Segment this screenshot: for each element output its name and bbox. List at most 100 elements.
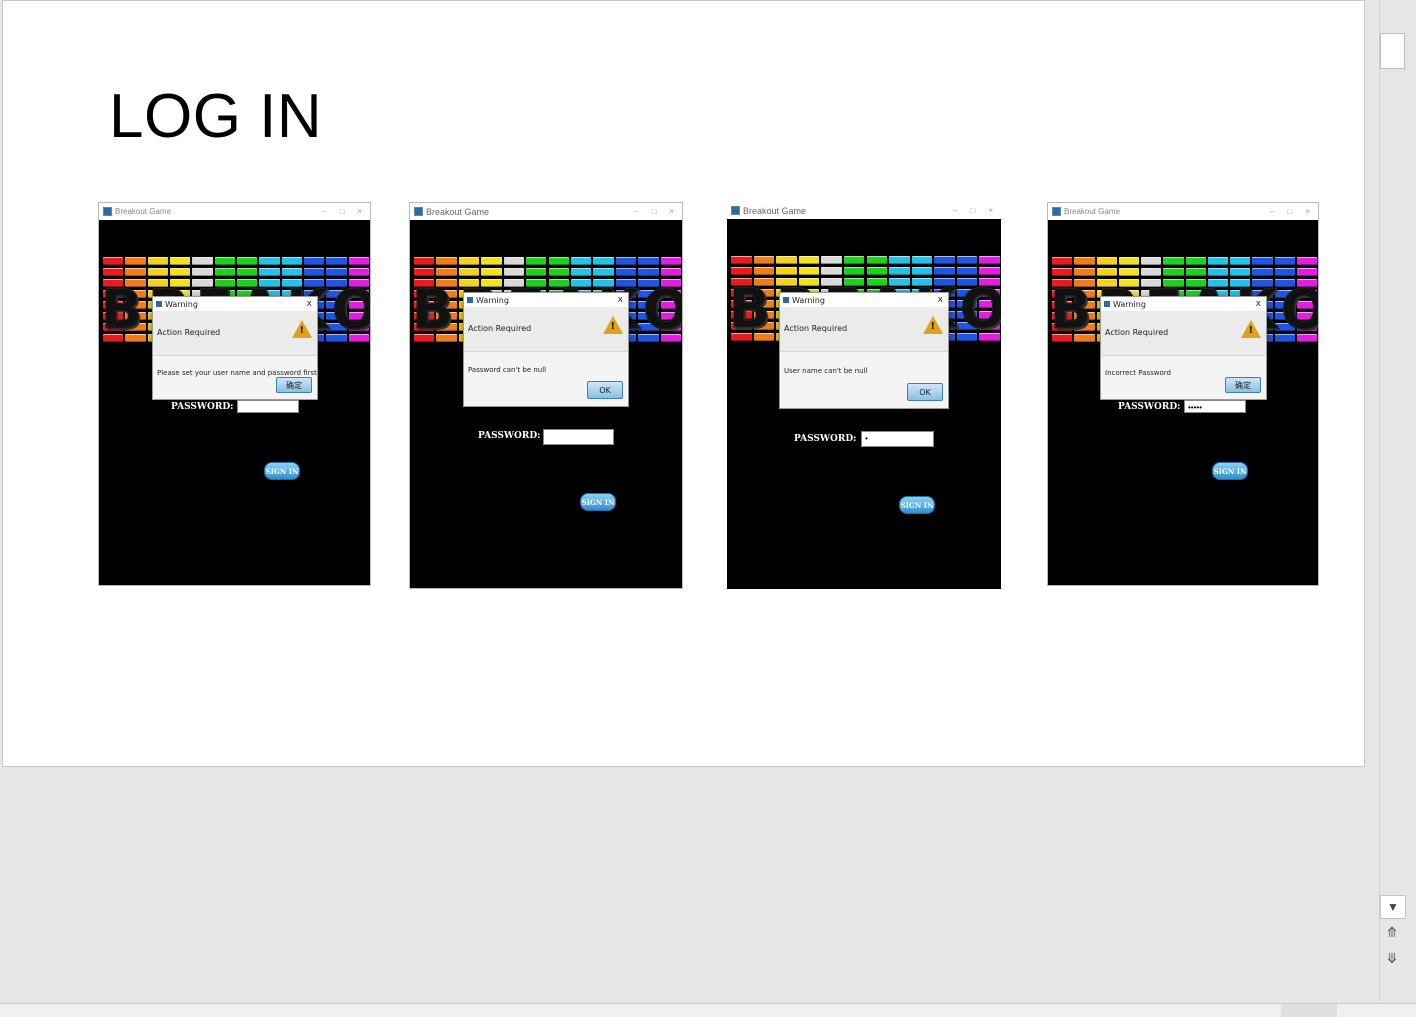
brick [660, 257, 681, 265]
brick [147, 257, 168, 265]
brick [889, 267, 910, 275]
brick [237, 257, 258, 265]
password-label: PASSWORD: [794, 434, 857, 444]
brick [593, 257, 614, 265]
dialog-message: User name can't be null [784, 367, 868, 375]
password-label: PASSWORD: [478, 431, 541, 441]
brick [281, 257, 302, 265]
password-field[interactable]: • [861, 431, 934, 447]
scrollbar-thumb[interactable] [1380, 33, 1405, 69]
maximize-icon[interactable]: □ [339, 207, 344, 216]
brick [304, 268, 325, 276]
minimize-icon[interactable]: – [953, 206, 957, 215]
dialog-header: Action Required ! [153, 311, 317, 356]
password-label: PASSWORD: [1118, 402, 1181, 412]
brick [526, 257, 547, 265]
normal-view-button[interactable] [1281, 1004, 1337, 1017]
brick [753, 267, 775, 275]
screenshot-4: Breakout Game –□× BREAKOUT Warningx Acti… [1047, 202, 1319, 586]
brick [526, 268, 547, 276]
warning-dialog: Warning x Action Required ! Password can'… [463, 292, 629, 407]
dialog-ok-button[interactable]: OK [587, 381, 623, 399]
dialog-header-text: Action Required [468, 324, 532, 333]
sign-in-button[interactable]: SIGN IN [1212, 462, 1248, 480]
app-icon [1052, 207, 1061, 216]
prev-page-icon[interactable]: ⤊ [1380, 925, 1404, 939]
maximize-icon[interactable]: □ [1287, 207, 1292, 216]
brick [192, 257, 213, 265]
brick [1141, 257, 1162, 265]
window-title: Breakout Game [743, 205, 807, 216]
brick [1141, 268, 1162, 276]
close-icon[interactable]: × [357, 207, 362, 216]
status-bar [0, 1003, 1416, 1017]
minimize-icon[interactable]: – [634, 207, 638, 216]
dialog-close-icon[interactable]: x [307, 299, 312, 309]
brick [1274, 257, 1295, 265]
brick [103, 257, 124, 265]
dialog-close-icon[interactable]: x [1256, 299, 1261, 309]
minimize-icon[interactable]: – [322, 207, 326, 216]
brick [192, 268, 213, 276]
password-field[interactable]: ••••• [1184, 400, 1246, 413]
brick [1252, 268, 1273, 276]
brick [170, 257, 191, 265]
dialog-message: Incorrect Password [1105, 369, 1171, 377]
brick [638, 257, 659, 265]
brick [1052, 268, 1073, 276]
sign-in-button[interactable]: SIGN IN [580, 493, 616, 511]
brick [615, 257, 637, 265]
dialog-ok-button[interactable]: 确定 [276, 377, 312, 393]
minimize-icon[interactable]: – [1270, 207, 1274, 216]
brick [798, 267, 820, 275]
brick [1207, 268, 1228, 276]
maximize-icon[interactable]: □ [970, 206, 975, 215]
window-title: Breakout Game [426, 206, 490, 217]
dialog-close-icon[interactable]: x [938, 295, 943, 305]
brick [979, 256, 1000, 264]
brick [956, 256, 978, 264]
password-label: PASSWORD: [171, 402, 234, 412]
dialog-ok-button[interactable]: 确定 [1225, 377, 1261, 393]
window-titlebar: Breakout Game – □ × [1048, 203, 1318, 220]
brick [638, 268, 659, 276]
brick [458, 268, 480, 276]
brick [889, 256, 910, 264]
screenshot-1: Breakout Game –□× BREAKOUT Warningx Acti… [98, 202, 371, 586]
password-field[interactable] [237, 400, 299, 413]
slide-sorter-view-button[interactable] [1341, 1004, 1397, 1017]
dialog-close-icon[interactable]: x [618, 295, 623, 305]
dialog-message: Password can't be null [468, 366, 547, 374]
next-page-icon[interactable]: ⤋ [1380, 951, 1404, 965]
brick [1252, 257, 1273, 265]
scroll-down-arrow-icon[interactable]: ▼ [1380, 895, 1406, 919]
app-icon [414, 207, 423, 216]
brick [237, 268, 258, 276]
brick [866, 267, 888, 275]
warning-dialog: Warning x Action Required ! Please set yo… [152, 296, 318, 400]
close-icon[interactable]: × [669, 207, 674, 216]
maximize-icon[interactable]: □ [651, 207, 656, 216]
brick [436, 257, 457, 265]
app-icon [103, 207, 112, 216]
brick [259, 257, 280, 265]
close-icon[interactable]: × [988, 206, 993, 215]
sign-in-button[interactable]: SIGN IN [264, 462, 300, 480]
dialog-title: Warning [476, 295, 509, 305]
sign-in-button[interactable]: SIGN IN [899, 496, 935, 514]
dialog-app-icon [156, 301, 162, 307]
vertical-scrollbar[interactable]: ▼ ⤊ ⤋ [1379, 0, 1406, 1002]
close-icon[interactable]: × [1305, 207, 1310, 216]
brick [436, 268, 457, 276]
brick [103, 268, 124, 276]
brick [281, 268, 302, 276]
screenshot-3: Breakout Game –□× BREAKOUT Warningx Acti… [726, 201, 1002, 590]
brick [125, 268, 146, 276]
brick [214, 268, 235, 276]
brick [481, 268, 502, 276]
brick [866, 256, 888, 264]
dialog-ok-button[interactable]: OK [907, 383, 943, 401]
warning-dialog: Warning x Action Required ! Incorrect Pas… [1100, 296, 1267, 400]
brick [326, 257, 347, 265]
password-field[interactable] [543, 429, 614, 445]
